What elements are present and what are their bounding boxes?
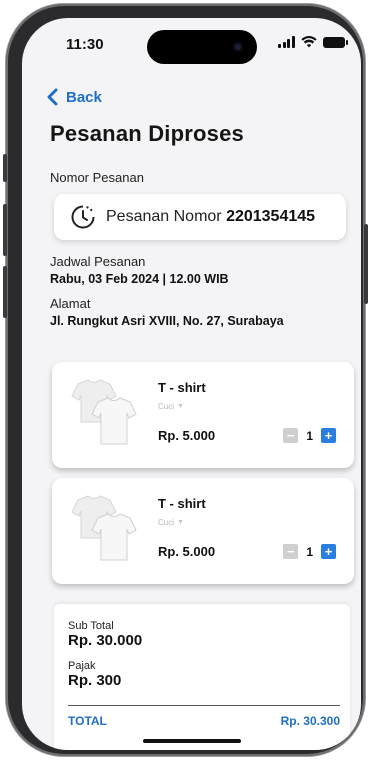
caret-down-icon: ▼ [177,403,184,410]
mute-switch [3,154,7,182]
volume-up-button [3,204,7,256]
address-value: Jl. Rungkut Asri XVIII, No. 27, Surabaya [50,314,284,328]
order-number-box: Pesanan Nomor 2201354145 [54,194,346,240]
order-number-value: 2201354145 [226,208,316,225]
order-number-text: Pesanan Nomor 2201354145 [106,208,315,226]
battery-icon [322,36,348,48]
order-number-label: Nomor Pesanan [50,170,144,185]
chevron-left-icon [47,88,58,106]
status-time: 11:30 [66,36,104,53]
tshirt-icon [71,379,137,445]
screen: 11:30 Back Pesanan Diproses Nomor Pesana… [22,18,361,750]
home-indicator[interactable] [143,739,241,743]
address-label: Alamat [50,296,91,311]
caret-down-icon: ▼ [177,519,184,526]
camera-icon [233,42,243,52]
service-dropdown[interactable]: Cuci ▼ [158,518,184,527]
quantity-stepper: − 1 + [283,544,336,559]
summary-divider [68,705,340,706]
tax-value: Rp. 300 [68,672,122,689]
increase-quantity-button[interactable]: + [321,544,336,559]
quantity-value: 1 [306,544,313,559]
status-bar: 11:30 [22,18,361,72]
schedule-label: Jadwal Pesanan [50,254,146,269]
volume-down-button [3,266,7,318]
order-summary: Sub Total Rp. 30.000 Pajak Rp. 300 TOTAL… [54,604,350,750]
clock-icon [71,205,95,229]
signal-icon [278,36,295,48]
quantity-value: 1 [306,428,313,443]
wifi-icon [300,36,317,48]
total-label: TOTAL [68,714,107,728]
subtotal-value: Rp. 30.000 [68,632,143,649]
increase-quantity-button[interactable]: + [321,428,336,443]
decrease-quantity-button[interactable]: − [283,544,299,559]
service-value: Cuci [158,518,175,527]
service-dropdown[interactable]: Cuci ▼ [158,402,184,411]
service-value: Cuci [158,402,175,411]
power-button [364,224,368,304]
order-item-card[interactable]: T - shirt Cuci ▼ Rp. 5.000 − 1 + [52,362,354,468]
back-label: Back [66,88,102,106]
quantity-stepper: − 1 + [283,428,336,443]
status-icons [278,36,348,48]
item-price: Rp. 5.000 [158,544,216,559]
order-item-card[interactable]: T - shirt Cuci ▼ Rp. 5.000 − 1 + [52,478,354,584]
item-price: Rp. 5.000 [158,428,216,443]
item-name: T - shirt [158,380,206,395]
decrease-quantity-button[interactable]: − [283,428,299,443]
tax-label: Pajak [68,660,96,672]
item-name: T - shirt [158,496,206,511]
phone-frame: 11:30 Back Pesanan Diproses Nomor Pesana… [3,4,368,756]
page-title: Pesanan Diproses [50,121,244,146]
order-number-prefix: Pesanan Nomor [106,208,227,225]
schedule-value: Rabu, 03 Feb 2024 | 12.00 WIB [50,272,229,286]
subtotal-label: Sub Total [68,620,114,632]
total-value: Rp. 30.300 [280,714,340,728]
back-button[interactable]: Back [46,88,102,106]
tshirt-icon [71,495,137,561]
dynamic-island [147,30,257,64]
